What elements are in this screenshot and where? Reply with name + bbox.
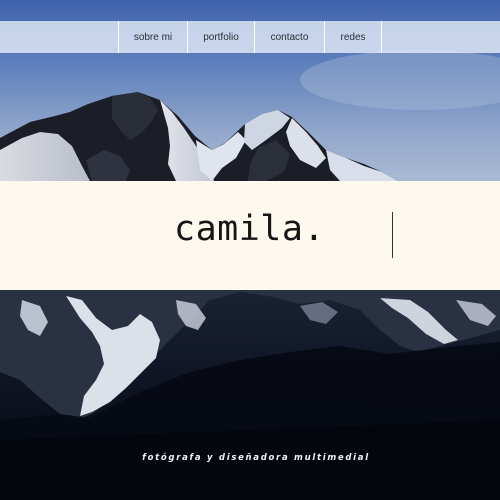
landing-page: sobre mi portfolio contacto redes camila… xyxy=(0,0,500,500)
nav-link-contacto[interactable]: contacto xyxy=(255,21,325,53)
hero-tagline: fotógrafa y diseñadora multimedial xyxy=(142,453,370,463)
site-title: camila. xyxy=(174,209,326,249)
nav-link-sobre-mi[interactable]: sobre mi xyxy=(118,21,188,53)
nav-link-redes[interactable]: redes xyxy=(325,21,382,53)
nav-link-portfolio[interactable]: portfolio xyxy=(188,21,255,53)
typing-cursor xyxy=(392,212,393,258)
top-navigation-bar: sobre mi portfolio contacto redes xyxy=(0,21,500,53)
